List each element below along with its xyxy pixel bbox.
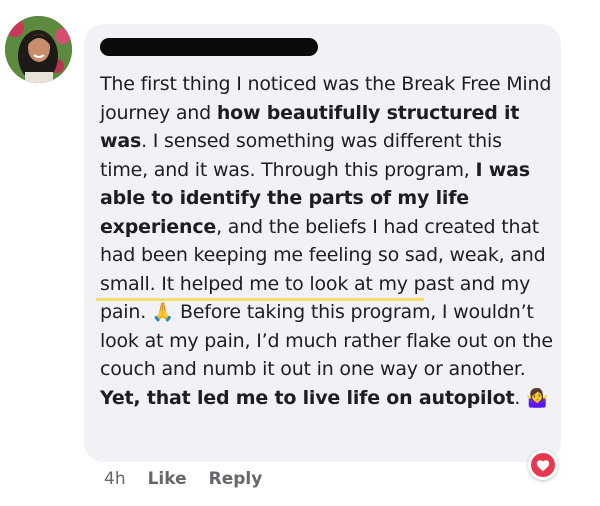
emoji: 🙏 (151, 302, 175, 323)
like-button[interactable]: Like (148, 469, 187, 489)
comment-text-segment: . I sensed something was different this … (100, 130, 502, 181)
redacted-author-name (100, 38, 318, 56)
highlight-underline (96, 298, 424, 301)
emoji: 🤷‍♀️ (526, 387, 549, 409)
avatar-photo (5, 16, 72, 83)
heart-reaction[interactable] (528, 450, 558, 480)
comment-text-segment: . (514, 386, 527, 409)
comment-bold-text: Yet, that led me to live life on autopil… (100, 386, 515, 409)
reply-button[interactable]: Reply (209, 469, 263, 489)
comment-text: The first thing I noticed was the Break … (100, 70, 555, 412)
heart-icon (536, 459, 550, 471)
comment-actions: 4h Like Reply (104, 466, 284, 492)
avatar[interactable] (5, 16, 72, 83)
timestamp: 4h (104, 469, 126, 489)
